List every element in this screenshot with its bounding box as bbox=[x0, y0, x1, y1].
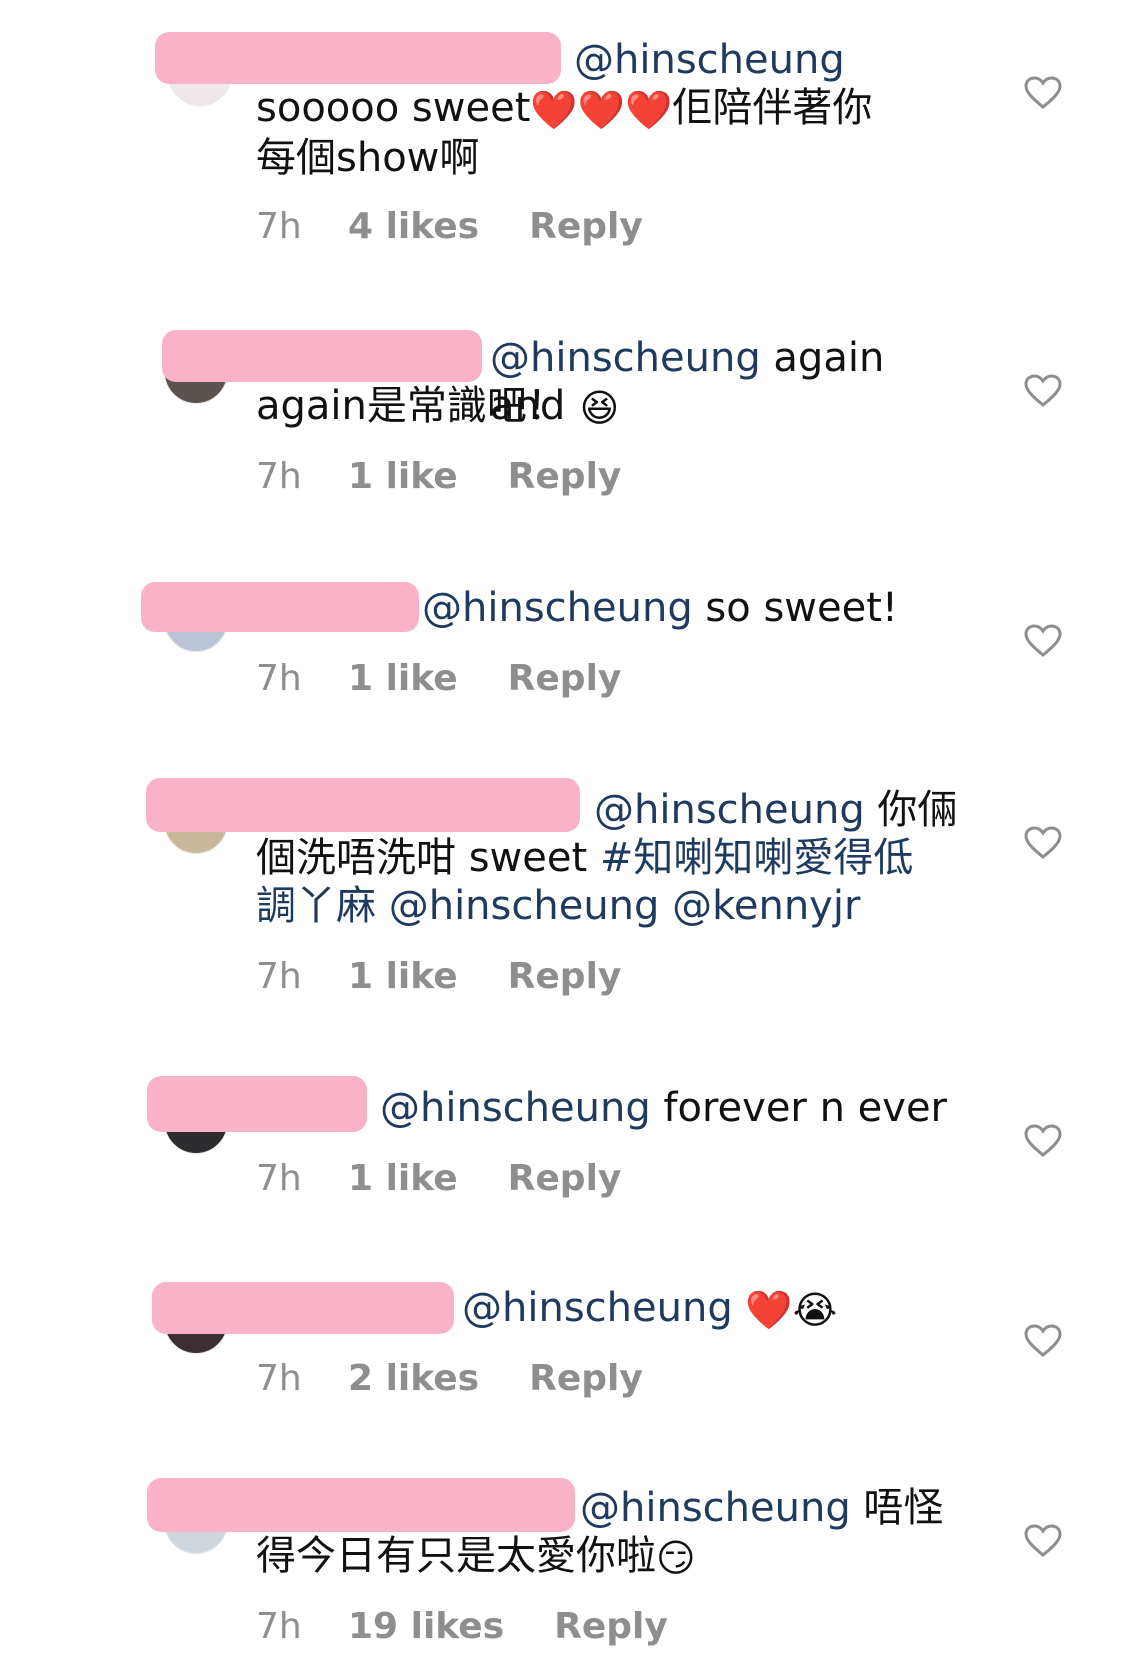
heart-outline-icon[interactable] bbox=[1024, 624, 1062, 658]
comment-meta: 7h 1 like Reply bbox=[256, 956, 621, 997]
comment-meta: 7h 1 like Reply bbox=[256, 1158, 621, 1199]
reply-button[interactable]: Reply bbox=[529, 206, 643, 247]
comment-meta: 7h 1 like Reply bbox=[256, 658, 621, 699]
heart-outline-icon[interactable] bbox=[1024, 1324, 1062, 1358]
timestamp: 7h bbox=[256, 456, 302, 497]
likes-count[interactable]: 1 like bbox=[348, 658, 458, 699]
reply-button[interactable]: Reply bbox=[529, 1358, 643, 1399]
comment-text: 得今日有只是太愛你啦😏 bbox=[256, 1533, 696, 1580]
username-redacted bbox=[141, 582, 419, 632]
reply-button[interactable]: Reply bbox=[508, 956, 622, 997]
mention-link[interactable]: @hinscheung bbox=[490, 335, 761, 381]
comment-mention-line: @hinscheung 你倆 bbox=[594, 787, 958, 833]
comment-meta: 7h 4 likes Reply bbox=[256, 206, 643, 247]
reply-button[interactable]: Reply bbox=[508, 658, 622, 699]
likes-count[interactable]: 1 like bbox=[348, 956, 458, 997]
reply-button[interactable]: Reply bbox=[554, 1606, 668, 1647]
username-redacted bbox=[146, 778, 580, 832]
smirk-emoji: 😏 bbox=[656, 1536, 696, 1580]
heart-outline-icon[interactable] bbox=[1024, 1124, 1062, 1158]
reply-button[interactable]: Reply bbox=[508, 1158, 622, 1199]
timestamp: 7h bbox=[256, 206, 302, 247]
comment-mention-line: @hinscheung ❤️😭 bbox=[462, 1284, 962, 1334]
heart-outline-icon[interactable] bbox=[1024, 76, 1062, 110]
timestamp: 7h bbox=[256, 1358, 302, 1399]
comment-mention-line: @hinscheung 唔怪 bbox=[580, 1485, 944, 1531]
comment-mention-line: @hinscheung forever n ever bbox=[380, 1085, 947, 1131]
username-redacted bbox=[147, 1478, 575, 1532]
reply-button[interactable]: Reply bbox=[508, 456, 622, 497]
username-redacted bbox=[147, 1076, 367, 1132]
timestamp: 7h bbox=[256, 658, 302, 699]
comment-text: again是常識吧！ 😆 bbox=[256, 383, 620, 430]
mention-link[interactable]: @hinscheung bbox=[580, 1485, 851, 1531]
likes-count[interactable]: 4 likes bbox=[348, 206, 479, 247]
comment-text: 個洗唔洗咁 sweet #知喇知喇愛得低 調丫麻 @hinscheung @ke… bbox=[256, 835, 914, 929]
heart-outline-icon[interactable] bbox=[1024, 1524, 1062, 1558]
heart-crying-emoji: ❤️😭 bbox=[745, 1288, 838, 1332]
mention-link[interactable]: @hinscheung bbox=[462, 1285, 733, 1331]
comment-text: sooooo sweet❤️❤️❤️佢陪伴著你 每個show啊 bbox=[256, 85, 873, 181]
hashtag-link[interactable]: #知喇知喇愛得低 bbox=[600, 835, 914, 881]
likes-count[interactable]: 1 like bbox=[348, 1158, 458, 1199]
likes-count[interactable]: 19 likes bbox=[348, 1606, 504, 1647]
laughing-emoji: 😆 bbox=[579, 386, 620, 430]
timestamp: 7h bbox=[256, 1606, 302, 1647]
heart-outline-icon[interactable] bbox=[1024, 826, 1062, 860]
heart-emoji: ❤️❤️❤️ bbox=[530, 88, 673, 132]
timestamp: 7h bbox=[256, 1158, 302, 1199]
mention-link[interactable]: @hinscheung bbox=[422, 585, 693, 631]
hashtag-link-continued[interactable]: 調丫麻 bbox=[256, 883, 376, 929]
comment-meta: 7h 2 likes Reply bbox=[256, 1358, 643, 1399]
username-redacted bbox=[152, 1282, 454, 1334]
likes-count[interactable]: 1 like bbox=[348, 456, 458, 497]
mention-link[interactable]: @hinscheung bbox=[594, 787, 865, 833]
timestamp: 7h bbox=[256, 956, 302, 997]
username-redacted bbox=[155, 32, 561, 84]
comment-meta: 7h 1 like Reply bbox=[256, 456, 621, 497]
mention-link[interactable]: @hinscheung bbox=[380, 1085, 651, 1131]
comment-mention-line: @hinscheung bbox=[574, 36, 994, 84]
mention-link[interactable]: @hinscheung bbox=[574, 37, 845, 83]
username-redacted bbox=[162, 330, 482, 382]
comment-meta: 7h 19 likes Reply bbox=[256, 1606, 668, 1647]
mention-links[interactable]: @hinscheung @kennyjr bbox=[376, 883, 861, 929]
likes-count[interactable]: 2 likes bbox=[348, 1358, 479, 1399]
heart-outline-icon[interactable] bbox=[1024, 374, 1062, 408]
comment-mention-line: @hinscheung so sweet! bbox=[422, 585, 898, 631]
